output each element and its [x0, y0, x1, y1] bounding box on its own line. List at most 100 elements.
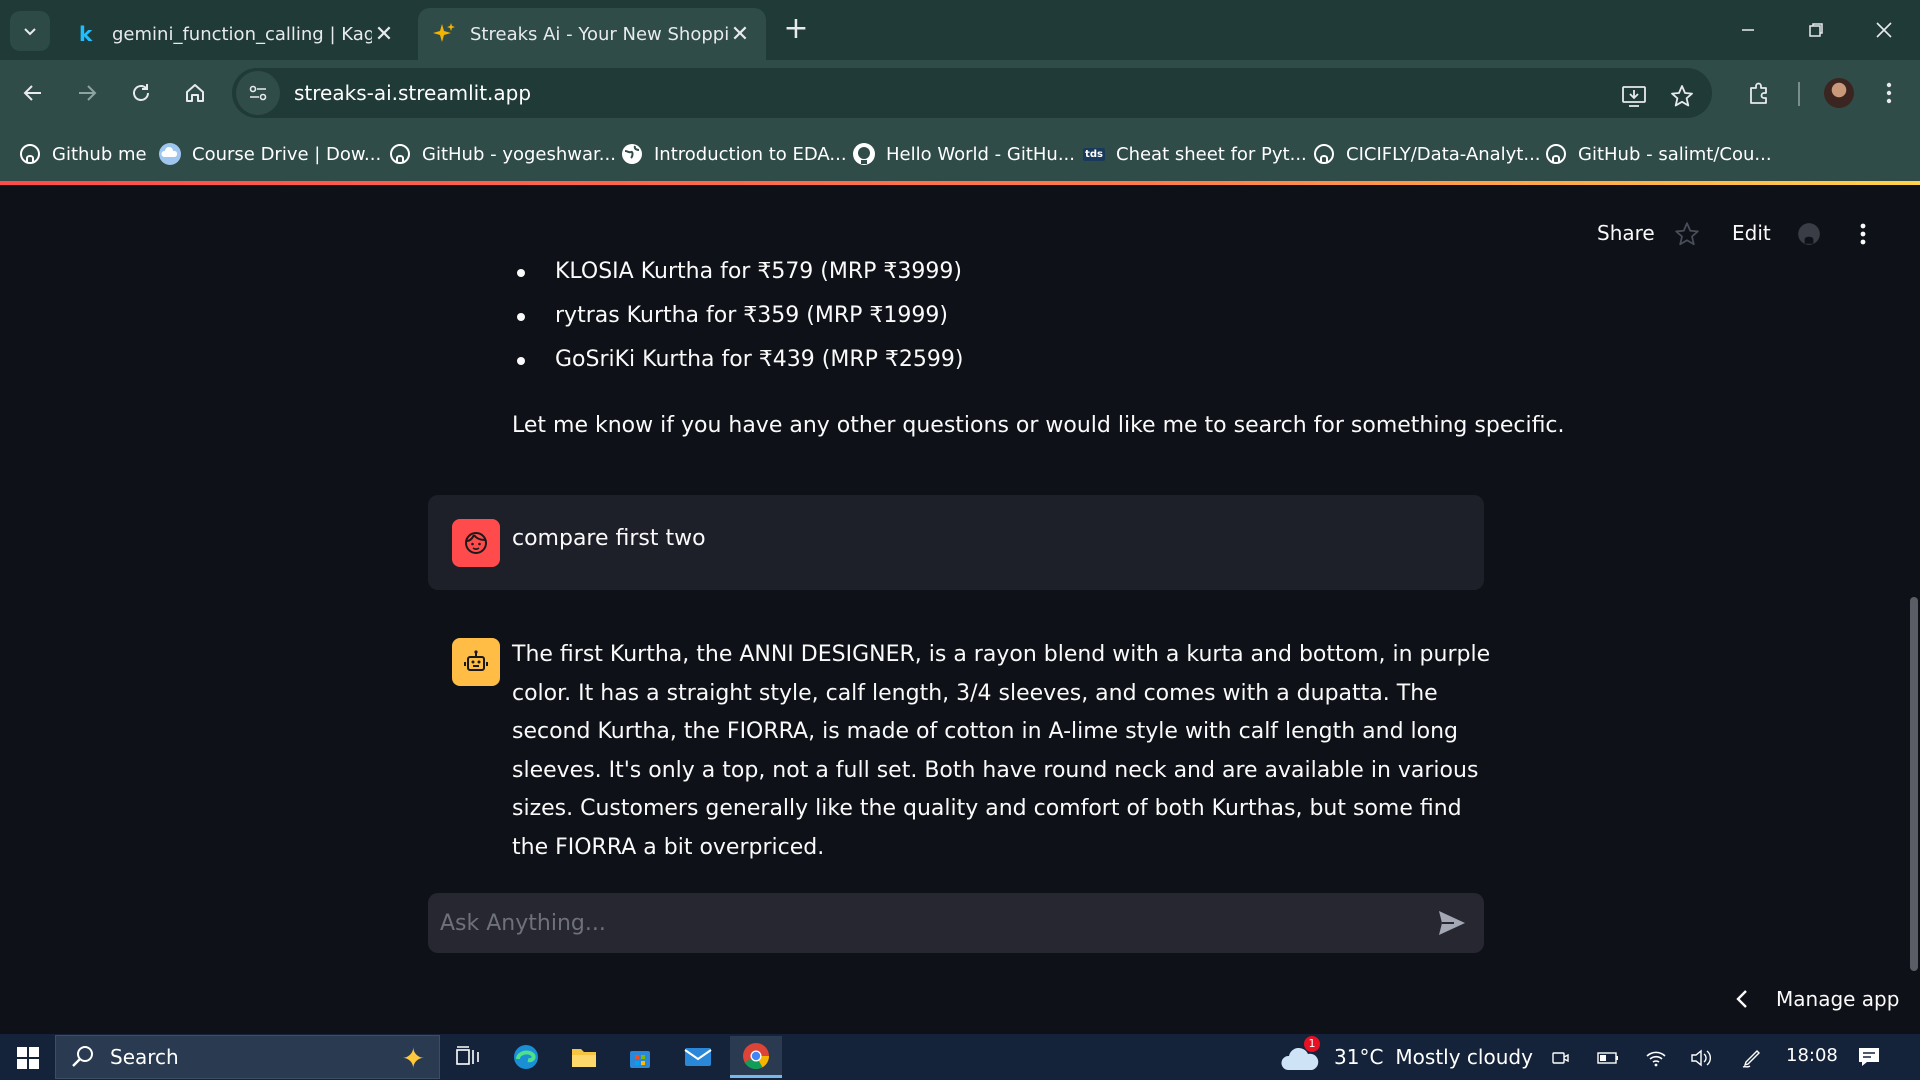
github-icon [388, 142, 412, 166]
bookmark-hello-world[interactable]: Hello World - GitHu... [852, 138, 1075, 170]
toolbar-divider [1798, 82, 1800, 106]
bookmark-cicifly[interactable]: CICIFLY/Data-Analyt... [1312, 138, 1541, 170]
bookmark-github-me[interactable]: Github me [18, 138, 147, 170]
chevron-down-icon [24, 28, 36, 36]
taskbar-chrome[interactable] [730, 1036, 782, 1078]
bookmark-github-salimt[interactable]: GitHub - salimt/Cou... [1544, 138, 1772, 170]
github-octocat-icon [852, 142, 876, 166]
list-item: GoSriKi Kurtha for ₹439 (MRP ₹2599) [510, 345, 1510, 389]
minimize-button[interactable] [1726, 10, 1770, 50]
tab-streaks-ai[interactable]: Streaks Ai - Your New Shopping Assistant… [418, 8, 766, 60]
wifi-icon[interactable] [1642, 1044, 1670, 1072]
weather-widget[interactable]: 1 31°C Mostly cloudy [1280, 1036, 1533, 1076]
pen-icon[interactable] [1738, 1044, 1766, 1072]
app-menu-button[interactable] [1850, 221, 1876, 247]
bookmarks-bar: Github me Course Drive | Dow... GitHub -… [0, 128, 1920, 182]
profile-avatar[interactable] [1824, 78, 1854, 108]
bookmark-cheat-sheet[interactable]: tds Cheat sheet for Pyt... [1082, 138, 1307, 170]
taskbar-file-explorer[interactable] [558, 1036, 610, 1078]
face-icon [465, 532, 487, 554]
arrow-left-icon [23, 85, 41, 101]
user-avatar [452, 519, 500, 567]
close-icon [1876, 22, 1892, 38]
home-button[interactable] [174, 72, 216, 114]
tab-search-button[interactable] [10, 11, 50, 51]
tab-strip: k gemini_function_calling | Kaggle ✕ Str… [0, 0, 1920, 60]
github-icon[interactable] [1796, 221, 1822, 247]
github-icon [1544, 142, 1568, 166]
tab-title: gemini_function_calling | Kaggle [112, 23, 372, 45]
bookmark-label: GitHub - salimt/Cou... [1578, 143, 1772, 165]
send-button[interactable] [1434, 905, 1470, 941]
notifications-button[interactable] [1855, 1043, 1883, 1071]
sparkle-icon [432, 22, 456, 46]
weather-condition: Mostly cloudy [1395, 1045, 1533, 1069]
assistant-message-text: The first Kurtha, the ANNI DESIGNER, is … [512, 642, 1491, 860]
windows-taskbar: Search ✦ 1 31°C Mostly cloudy 18:08 [0, 1034, 1920, 1080]
site-info-button[interactable] [236, 71, 280, 115]
back-button[interactable] [12, 72, 54, 114]
cloud-icon: 1 [1280, 1036, 1320, 1072]
install-app-button[interactable] [1618, 80, 1650, 112]
forward-button[interactable] [66, 72, 108, 114]
tune-icon [249, 85, 267, 101]
bookmark-course-drive[interactable]: Course Drive | Dow... [158, 138, 381, 170]
taskbar-search-box[interactable]: Search ✦ [55, 1035, 440, 1079]
share-button[interactable]: Share [1597, 221, 1655, 245]
bookmark-star-button[interactable] [1666, 80, 1698, 112]
send-icon [1439, 911, 1465, 935]
taskbar-store[interactable] [614, 1036, 666, 1078]
browser-menu-button[interactable] [1868, 72, 1910, 114]
close-window-button[interactable] [1862, 10, 1906, 50]
favorite-star-icon[interactable] [1674, 221, 1700, 247]
tds-icon-text: tds [1083, 147, 1105, 161]
manage-app-button[interactable]: Manage app [1728, 985, 1899, 1013]
clock-time[interactable]: 18:08 [1786, 1045, 1838, 1066]
cloud-icon [158, 142, 182, 166]
battery-icon[interactable] [1594, 1044, 1622, 1072]
task-view-button[interactable] [442, 1036, 494, 1078]
minimize-icon [1742, 29, 1754, 31]
volume-icon[interactable] [1688, 1044, 1716, 1072]
tab-kaggle[interactable]: k gemini_function_calling | Kaggle ✕ [60, 8, 410, 60]
mail-icon [684, 1048, 712, 1066]
task-view-icon [456, 1046, 479, 1065]
chevron-left-icon [1728, 985, 1756, 1013]
bookmark-label: Github me [52, 143, 147, 165]
folder-icon [572, 1049, 596, 1067]
chat-input[interactable] [440, 893, 1400, 953]
bookmark-github-yogeshwar[interactable]: GitHub - yogeshwar... [388, 138, 616, 170]
weather-temp: 31°C [1334, 1045, 1384, 1069]
address-bar[interactable]: streaks-ai.streamlit.app [232, 68, 1712, 118]
bookmark-label: Course Drive | Dow... [192, 143, 382, 165]
meet-now-icon[interactable] [1546, 1044, 1574, 1072]
edit-button[interactable]: Edit [1732, 221, 1771, 245]
search-icon [72, 1046, 93, 1067]
search-label: Search [110, 1045, 179, 1069]
chat-input-container [428, 893, 1484, 953]
reload-button[interactable] [120, 72, 162, 114]
restore-button[interactable] [1794, 10, 1838, 50]
new-tab-button[interactable]: + [780, 14, 812, 46]
puzzle-icon [1750, 82, 1767, 104]
weather-badge: 1 [1304, 1036, 1320, 1052]
reload-icon [133, 84, 149, 101]
close-tab-icon[interactable]: ✕ [728, 22, 752, 47]
store-icon [630, 1051, 650, 1068]
list-item: rytras Kurtha for ₹359 (MRP ₹1999) [510, 301, 1510, 345]
url-text: streaks-ai.streamlit.app [294, 81, 532, 105]
more-vertical-icon [1860, 223, 1866, 245]
browser-toolbar: streaks-ai.streamlit.app [0, 60, 1920, 128]
taskbar-mail[interactable] [672, 1036, 724, 1078]
manage-app-label: Manage app [1776, 987, 1900, 1011]
page-scrollbar[interactable] [1910, 597, 1918, 971]
tds-icon: tds [1082, 142, 1106, 166]
bookmark-introduction-eda[interactable]: Introduction to EDA... [620, 138, 847, 170]
assistant-avatar [452, 638, 500, 686]
start-button[interactable] [8, 1040, 48, 1076]
taskbar-edge[interactable] [500, 1036, 552, 1078]
bookmark-label: Cheat sheet for Pyt... [1116, 143, 1307, 165]
more-vertical-icon [1886, 82, 1892, 104]
extensions-button[interactable] [1738, 72, 1780, 114]
close-tab-icon[interactable]: ✕ [372, 22, 396, 47]
